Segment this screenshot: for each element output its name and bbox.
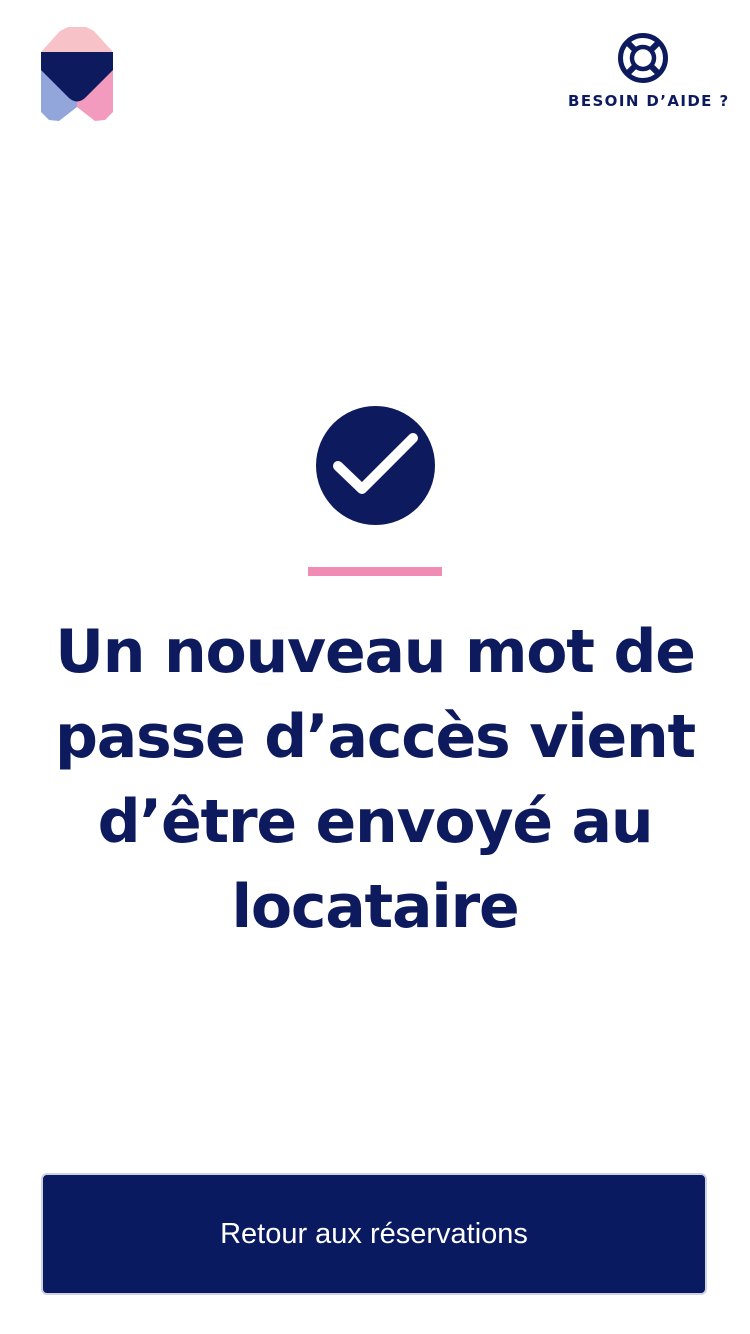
back-to-reservations-button[interactable]: Retour aux réservations — [41, 1173, 707, 1295]
check-circle-icon — [315, 405, 436, 526]
help-button[interactable]: BESOIN D’AIDE ? — [568, 30, 730, 110]
confirmation-message: Un nouveau mot de passe d’accès vient d’… — [54, 617, 696, 942]
help-label: BESOIN D’AIDE ? — [568, 92, 730, 110]
brand-logo-icon — [40, 26, 114, 122]
lifebuoy-icon — [615, 30, 671, 86]
accent-divider — [308, 567, 442, 576]
